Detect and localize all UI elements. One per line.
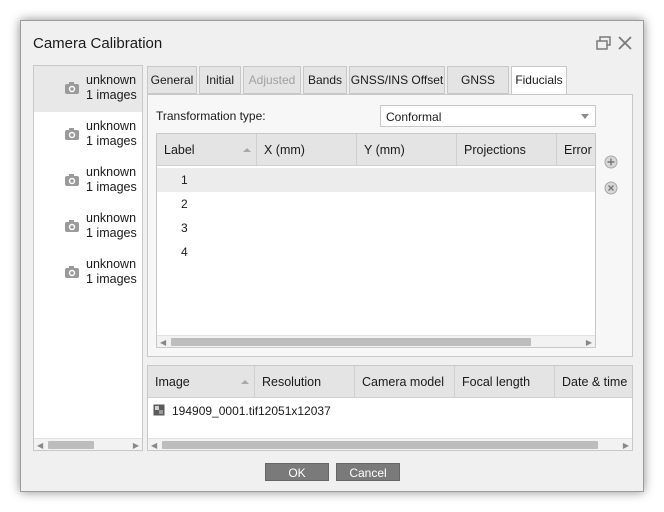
fiducial-label: 4: [181, 245, 188, 259]
transformation-type-label: Transformation type:: [156, 109, 266, 123]
title-bar[interactable]: Camera Calibration: [21, 21, 643, 65]
tab-adjusted[interactable]: Adjusted: [243, 66, 301, 94]
fiducials-table-scrollbar[interactable]: ◀ ▶: [157, 335, 595, 347]
camera-icon: [64, 218, 80, 234]
camera-name: unknown: [86, 257, 137, 271]
transformation-type-value: Conformal: [386, 110, 442, 124]
scroll-right-icon[interactable]: ▶: [623, 441, 629, 450]
scroll-thumb[interactable]: [171, 338, 531, 346]
camera-name: unknown: [86, 119, 137, 133]
column-header-image[interactable]: Image: [148, 366, 255, 398]
tab-fiducials[interactable]: Fiducials: [511, 66, 567, 95]
fiducial-label: 1: [181, 173, 188, 187]
tab-initial[interactable]: Initial: [199, 66, 241, 94]
tab-bands[interactable]: Bands: [303, 66, 347, 94]
camera-icon: [64, 80, 80, 96]
column-header-x[interactable]: X (mm): [257, 134, 357, 166]
image-resolution: 12051x12037: [258, 404, 331, 418]
tab-gnss-bias[interactable]: GNSS Bias: [447, 66, 509, 113]
column-header-error[interactable]: Error (: [557, 134, 595, 166]
camera-name: unknown: [86, 211, 137, 225]
dialog-title: Camera Calibration: [33, 35, 163, 52]
camera-image-count: 1 images: [86, 88, 137, 102]
sort-ascending-icon: [243, 148, 251, 152]
add-icon[interactable]: [604, 155, 618, 169]
camera-list-item[interactable]: unknown 1 images: [34, 112, 142, 158]
table-row[interactable]: 2: [157, 192, 595, 216]
column-header-y[interactable]: Y (mm): [357, 134, 457, 166]
fiducial-label: 3: [181, 221, 188, 235]
table-row[interactable]: 194909_0001.tif 12051x12037: [148, 400, 632, 422]
camera-name: unknown: [86, 165, 137, 179]
camera-icon: [64, 126, 80, 142]
camera-calibration-dialog: Camera Calibration unknown 1 images unkno…: [20, 20, 644, 492]
transformation-type-select[interactable]: Conformal: [380, 105, 596, 127]
camera-list-scrollbar[interactable]: ◀ ▶: [34, 438, 142, 450]
table-row[interactable]: 1: [157, 168, 595, 192]
remove-icon[interactable]: [604, 181, 618, 195]
image-file-icon: [153, 404, 165, 416]
sort-ascending-icon: [241, 380, 249, 384]
ok-button[interactable]: OK: [265, 463, 329, 481]
camera-icon: [64, 172, 80, 188]
table-row[interactable]: 3: [157, 216, 595, 240]
column-header-projections[interactable]: Projections: [457, 134, 557, 166]
camera-name: unknown: [86, 73, 137, 87]
scroll-left-icon[interactable]: ◀: [37, 441, 43, 450]
camera-list-item[interactable]: unknown 1 images: [34, 66, 142, 112]
scroll-thumb[interactable]: [48, 441, 94, 449]
fiducials-table-header: Label X (mm) Y (mm) Projections Error (: [157, 134, 595, 166]
column-header-camera-model[interactable]: Camera model: [355, 366, 455, 398]
close-icon[interactable]: [617, 35, 633, 51]
camera-list-item[interactable]: unknown 1 images: [34, 204, 142, 250]
tab-general[interactable]: General: [147, 66, 197, 94]
column-header-date-time[interactable]: Date & time: [555, 366, 632, 398]
image-file-name: 194909_0001.tif: [172, 404, 259, 418]
restore-icon[interactable]: [595, 35, 613, 51]
fiducial-label: 2: [181, 197, 188, 211]
camera-list[interactable]: unknown 1 images unknown 1 images unknown 1…: [33, 65, 143, 451]
scroll-right-icon[interactable]: ▶: [133, 441, 139, 450]
cancel-button[interactable]: Cancel: [336, 463, 400, 481]
camera-list-item[interactable]: unknown 1 images: [34, 250, 142, 296]
camera-image-count: 1 images: [86, 272, 137, 286]
camera-list-item[interactable]: unknown 1 images: [34, 158, 142, 204]
chevron-down-icon: [581, 114, 589, 119]
images-table[interactable]: Image Resolution Camera model Focal leng…: [147, 365, 633, 451]
scroll-left-icon[interactable]: ◀: [160, 338, 166, 347]
fiducials-table[interactable]: Label X (mm) Y (mm) Projections Error ( …: [156, 133, 596, 348]
tab-gnss-ins-offset[interactable]: GNSS/INS Offset: [349, 66, 445, 94]
images-table-header: Image Resolution Camera model Focal leng…: [148, 366, 632, 398]
table-row[interactable]: 4: [157, 240, 595, 264]
camera-image-count: 1 images: [86, 180, 137, 194]
column-header-focal-length[interactable]: Focal length: [455, 366, 555, 398]
scroll-left-icon[interactable]: ◀: [151, 441, 157, 450]
scroll-thumb[interactable]: [162, 441, 598, 449]
scroll-right-icon[interactable]: ▶: [586, 338, 592, 347]
fiducials-panel: Transformation type: Conformal Label X (…: [147, 94, 633, 357]
camera-image-count: 1 images: [86, 226, 137, 240]
images-table-scrollbar[interactable]: ◀ ▶: [148, 438, 632, 450]
camera-icon: [64, 264, 80, 280]
column-header-resolution[interactable]: Resolution: [255, 366, 355, 398]
camera-image-count: 1 images: [86, 134, 137, 148]
column-header-label[interactable]: Label: [157, 134, 257, 166]
